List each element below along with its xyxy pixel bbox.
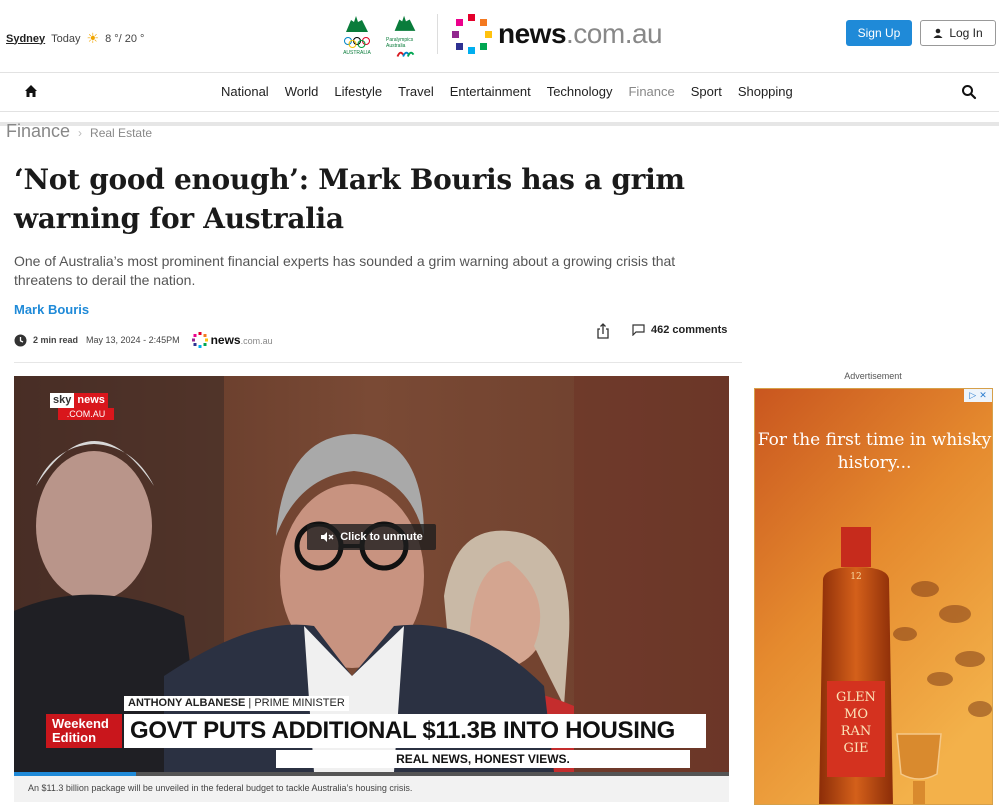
breadcrumb-subsection[interactable]: Real Estate xyxy=(90,126,152,140)
search-icon[interactable] xyxy=(960,83,978,101)
weather-day: Today xyxy=(51,32,81,45)
nav-item-sport[interactable]: Sport xyxy=(691,84,722,99)
nav-menu: National World Lifestyle Travel Entertai… xyxy=(221,84,793,99)
olympic-rings-icon xyxy=(344,37,370,48)
weather-widget[interactable]: Sydney Today ☀ 8 °/ 20 ° xyxy=(6,30,144,47)
nav-item-technology[interactable]: Technology xyxy=(547,84,613,99)
weather-temps: 8 °/ 20 ° xyxy=(105,32,145,45)
share-icon[interactable] xyxy=(596,323,610,339)
user-icon xyxy=(933,28,943,38)
ad-choices-badge[interactable]: ▷ ✕ xyxy=(964,389,992,402)
breadcrumb-section[interactable]: Finance xyxy=(6,121,70,142)
nav-item-travel[interactable]: Travel xyxy=(398,84,434,99)
bottle-age-label: 12 xyxy=(850,572,862,582)
publish-date: May 13, 2024 - 2:45PM xyxy=(86,335,180,345)
ad-choices-icon: ▷ xyxy=(969,390,977,400)
advertisement-label: Advertisement xyxy=(844,371,902,381)
close-icon[interactable]: ✕ xyxy=(979,390,987,401)
main-navigation: National World Lifestyle Travel Entertai… xyxy=(0,72,999,112)
video-player[interactable]: sky news .COM.AU Click to unmute ANTHONY… xyxy=(14,376,729,772)
unmute-button[interactable]: Click to unmute xyxy=(307,524,436,550)
logo-divider xyxy=(437,14,438,54)
sign-up-button[interactable]: Sign Up xyxy=(846,20,912,46)
publisher-wordmark: news.com.au xyxy=(210,333,273,347)
olympic-partner-logos: AUSTRALIA Paralympics Australia xyxy=(338,12,424,58)
lower-third-nameplate: ANTHONY ALBANESE | PRIME MINISTER xyxy=(124,696,349,711)
article-headline: ‘Not good enough’: Mark Bouris has a gri… xyxy=(14,163,685,235)
nav-item-national[interactable]: National xyxy=(221,84,269,99)
site-header: Sydney Today ☀ 8 °/ 20 ° AUSTRALIA Paral… xyxy=(0,0,999,72)
article-meta: 2 min read May 13, 2024 - 2:45PM news.co… xyxy=(14,332,273,348)
ad-headline: For the first time in whisky history... xyxy=(757,430,992,473)
home-icon[interactable] xyxy=(22,82,40,100)
sky-wordmark: sky xyxy=(50,393,75,408)
agitos-icon xyxy=(396,51,415,57)
read-time: 2 min read xyxy=(33,335,79,345)
nav-item-finance[interactable]: Finance xyxy=(628,84,674,99)
broadcast-lower-third: ANTHONY ALBANESE | PRIME MINISTER Weeken… xyxy=(46,694,706,770)
sky-domain: .COM.AU xyxy=(58,408,114,420)
olympic-logo-label: AUSTRALIA xyxy=(343,50,371,56)
logo-dots-icon xyxy=(452,14,492,54)
news-wordmark: news xyxy=(74,393,108,408)
bottle-brand-label: GLEN MO RAN GIE xyxy=(836,690,876,756)
clock-icon xyxy=(14,334,27,346)
logo-wordmark: news.com.au xyxy=(498,18,663,49)
olympic-australia-logo[interactable]: AUSTRALIA xyxy=(338,12,376,58)
comment-icon xyxy=(632,324,645,336)
publisher-logo: news.com.au xyxy=(191,332,273,348)
weekend-edition-badge: Weekend Edition xyxy=(46,714,122,748)
muted-speaker-icon xyxy=(321,532,334,542)
log-in-button[interactable]: Log In xyxy=(920,20,996,46)
site-logo[interactable]: news.com.au xyxy=(452,14,663,54)
lower-third-headline: GOVT PUTS ADDITIONAL $11.3B INTO HOUSING xyxy=(124,714,706,748)
logo-dots-icon xyxy=(191,332,208,348)
nav-item-world[interactable]: World xyxy=(285,84,319,99)
article-standfirst: One of Australia’s most prominent financ… xyxy=(14,253,676,288)
paralympics-australia-logo[interactable]: Paralympics Australia xyxy=(386,12,424,58)
sky-news-logo: sky news .COM.AU xyxy=(50,393,114,423)
advertisement-banner[interactable]: ▷ ✕ For the first time in whisky history… xyxy=(754,388,993,805)
nav-item-shopping[interactable]: Shopping xyxy=(738,84,793,99)
nav-item-entertainment[interactable]: Entertainment xyxy=(450,84,531,99)
nav-item-lifestyle[interactable]: Lifestyle xyxy=(334,84,382,99)
video-caption: An $11.3 billion package will be unveile… xyxy=(14,776,729,802)
weather-city[interactable]: Sydney xyxy=(6,33,45,45)
chevron-right-icon: › xyxy=(78,126,83,140)
kangaroo-emu-icon xyxy=(346,16,368,32)
breadcrumb: Finance › Real Estate xyxy=(6,121,152,142)
sun-icon: ☀ xyxy=(86,30,100,46)
comments-link[interactable]: 462 comments xyxy=(632,324,727,336)
kangaroo-emu-icon xyxy=(394,15,416,31)
lower-third-tagline: REAL NEWS, HONEST VIEWS. xyxy=(276,750,690,768)
article-author[interactable]: Mark Bouris xyxy=(14,302,89,317)
comments-count: 462 comments xyxy=(651,324,728,336)
meta-divider xyxy=(14,362,742,363)
log-in-label: Log In xyxy=(949,26,983,40)
paralympics-logo-label: Paralympics Australia xyxy=(386,36,414,49)
unmute-label: Click to unmute xyxy=(340,531,423,543)
